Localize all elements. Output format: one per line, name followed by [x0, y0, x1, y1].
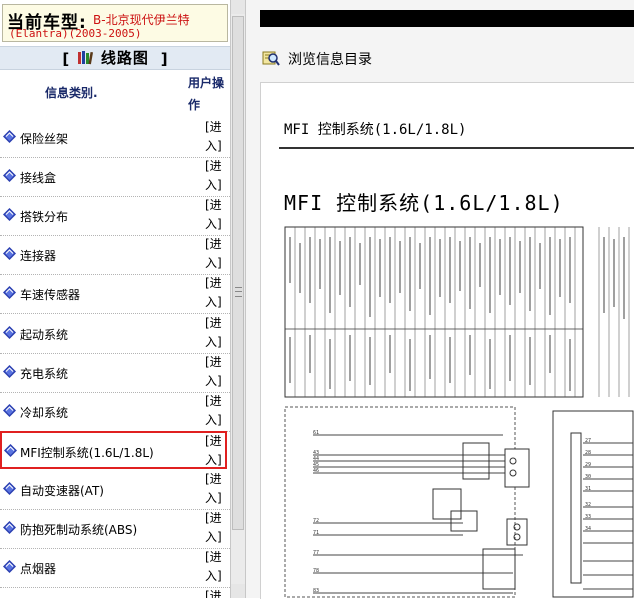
- category-item-label[interactable]: 连接器: [20, 247, 56, 264]
- svg-text:61: 61: [313, 430, 319, 436]
- enter-link[interactable]: [进入]: [205, 196, 229, 234]
- category-item[interactable]: 接线盒 [进入]: [0, 157, 230, 198]
- category-item-label[interactable]: 起动系统: [20, 326, 68, 343]
- books-icon: [78, 51, 94, 65]
- category-item-label[interactable]: MFI控制系统(1.6L/1.8L): [20, 444, 154, 461]
- vehicle-model-name: B-北京现代伊兰特: [93, 13, 190, 27]
- category-item[interactable]: MFI控制系统(1.6L/1.8L) [进入]: [0, 430, 229, 470]
- svg-text:30: 30: [585, 474, 591, 480]
- category-item[interactable]: 搭铁分布 [进入]: [0, 196, 230, 237]
- svg-text:83: 83: [313, 588, 319, 594]
- category-item-label[interactable]: 车速传感器: [20, 286, 80, 303]
- svg-text:32: 32: [585, 502, 591, 508]
- viewer-toolbar: 浏览信息目录: [260, 44, 634, 72]
- scrollbar-grip-icon: [235, 287, 242, 297]
- current-vehicle-header: 当前车型: B-北京现代伊兰特 (Elantra)(2003-2005): [2, 4, 228, 42]
- svg-text:71: 71: [313, 530, 319, 536]
- diamond-bullet-icon: [3, 286, 16, 300]
- section-bracket-close: ]: [160, 50, 168, 68]
- magnifier-browse-icon[interactable]: [262, 49, 280, 67]
- svg-text:72: 72: [313, 518, 319, 524]
- enter-link[interactable]: [进入]: [205, 353, 229, 391]
- wiring-schematic: 6143 4445 4672 7177 7883 2728 2930 3132 …: [284, 226, 634, 598]
- svg-text:28: 28: [585, 450, 591, 456]
- section-title-bar: [ 线路图 ]: [0, 46, 230, 70]
- wiring-diagram-document: MFI 控制系统(1.6L/1.8L) MFI 控制系统(1.6L/1.8L): [260, 82, 634, 599]
- category-item-label[interactable]: 接线盒: [20, 169, 56, 186]
- section-bracket-open: [: [62, 50, 70, 68]
- category-item[interactable]: ETACS(信息和时间电子控制系[进入]: [0, 587, 230, 598]
- category-item[interactable]: 保险丝架 [进入]: [0, 118, 230, 158]
- diamond-bullet-icon: [3, 247, 16, 261]
- diamond-bullet-icon: [3, 521, 16, 534]
- enter-link[interactable]: [进入]: [205, 432, 229, 470]
- svg-text:46: 46: [313, 468, 319, 474]
- diamond-bullet-icon: [3, 325, 16, 339]
- svg-text:77: 77: [313, 550, 319, 556]
- document-viewer-pane: 浏览信息目录 MFI 控制系统(1.6L/1.8L) MFI 控制系统(1.6L…: [246, 0, 634, 599]
- svg-text:34: 34: [585, 526, 591, 532]
- column-header-operation: 用户操作: [188, 76, 225, 112]
- diamond-bullet-icon: [3, 208, 16, 222]
- category-item[interactable]: 连接器 [进入]: [0, 235, 230, 276]
- category-item[interactable]: 点烟器 [进入]: [0, 548, 230, 589]
- category-item-label[interactable]: 点烟器: [20, 560, 56, 577]
- diamond-bullet-icon: [3, 481, 16, 495]
- svg-text:27: 27: [585, 438, 591, 444]
- category-item[interactable]: 自动变速器(AT) [进入]: [0, 470, 230, 510]
- category-item-label[interactable]: 自动变速器(AT): [20, 482, 104, 499]
- enter-link[interactable]: [进入]: [205, 392, 229, 430]
- diamond-bullet-icon: [4, 443, 17, 457]
- vertical-scrollbar[interactable]: [230, 0, 246, 598]
- enter-link[interactable]: [进入]: [205, 587, 229, 598]
- category-item-label[interactable]: 搭铁分布: [20, 208, 68, 225]
- diamond-bullet-icon: [3, 403, 16, 417]
- svg-text:29: 29: [585, 462, 591, 468]
- info-category-panel: 当前车型: B-北京现代伊兰特 (Elantra)(2003-2005) [ 线…: [0, 0, 230, 598]
- diamond-bullet-icon: [3, 560, 16, 574]
- category-item[interactable]: 冷却系统 [进入]: [0, 392, 230, 432]
- column-header-category: 信息类别.: [45, 86, 98, 100]
- document-running-header: MFI 控制系统(1.6L/1.8L): [284, 122, 467, 138]
- category-item-label[interactable]: 冷却系统: [20, 404, 68, 421]
- header-divider: [279, 147, 634, 149]
- scroll-down-button[interactable]: [231, 584, 245, 598]
- section-title: 线路图: [100, 49, 149, 67]
- enter-link[interactable]: [进入]: [205, 314, 229, 352]
- category-item[interactable]: 防抱死制动系统(ABS) [进入]: [0, 509, 230, 549]
- enter-link[interactable]: [进入]: [205, 157, 229, 195]
- category-item[interactable]: 充电系统 [进入]: [0, 353, 230, 393]
- enter-link[interactable]: [进入]: [205, 470, 229, 508]
- category-item-label[interactable]: 保险丝架: [20, 130, 68, 147]
- enter-link[interactable]: [进入]: [205, 235, 229, 273]
- scrollbar-thumb[interactable]: [232, 16, 244, 530]
- category-item[interactable]: 车速传感器 [进入]: [0, 274, 230, 315]
- diamond-bullet-icon: [3, 130, 16, 143]
- document-title: MFI 控制系统(1.6L/1.8L): [284, 191, 564, 215]
- svg-text:33: 33: [585, 514, 591, 520]
- diamond-bullet-icon: [3, 169, 16, 183]
- vehicle-model-years: (Elantra)(2003-2005): [9, 27, 142, 40]
- category-item-label[interactable]: 防抱死制动系统(ABS): [20, 521, 137, 538]
- browse-directory-button[interactable]: 浏览信息目录: [288, 49, 372, 69]
- enter-link[interactable]: [进入]: [205, 509, 229, 547]
- category-item-label[interactable]: 充电系统: [20, 365, 68, 382]
- enter-link[interactable]: [进入]: [205, 548, 229, 586]
- diamond-bullet-icon: [3, 364, 16, 378]
- viewer-title-bar: [260, 10, 634, 27]
- category-item[interactable]: 起动系统 [进入]: [0, 314, 230, 354]
- enter-link[interactable]: [进入]: [205, 274, 229, 312]
- svg-text:78: 78: [313, 568, 319, 574]
- scroll-up-button[interactable]: [231, 0, 245, 14]
- enter-link[interactable]: [进入]: [205, 118, 229, 156]
- svg-text:31: 31: [585, 486, 591, 492]
